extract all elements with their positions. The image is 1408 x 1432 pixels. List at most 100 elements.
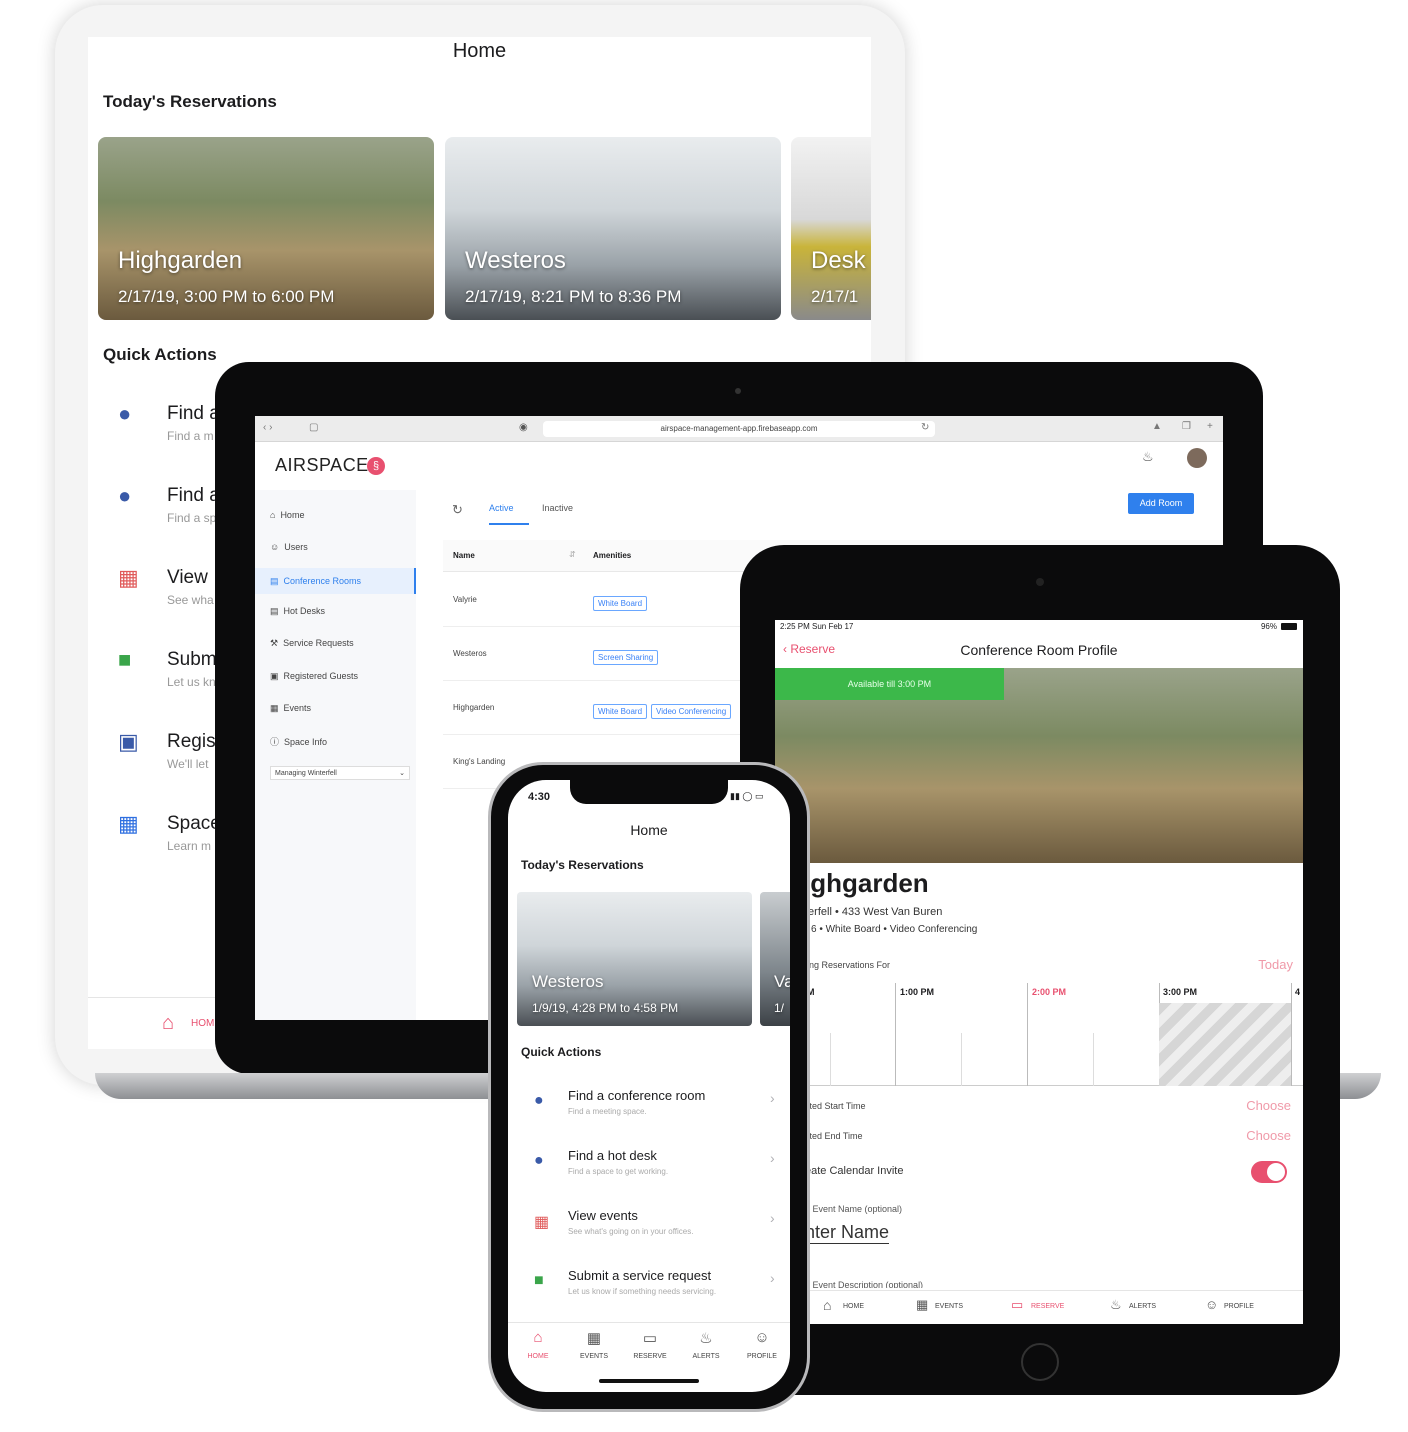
refresh-icon[interactable]: ↻ xyxy=(452,502,463,518)
quick-action-find-desk[interactable]: ● Find a hot desk Find a space to get wo… xyxy=(508,1142,790,1202)
tab-events[interactable]: EVENTS xyxy=(935,1303,963,1310)
tab-home-label[interactable]: HOM xyxy=(191,1018,214,1029)
sidebar-item-registered-guests[interactable]: ▣ Registered Guests xyxy=(270,671,358,682)
sidebar-item-users[interactable]: ☺ Users xyxy=(270,542,308,552)
amenity-tag: Video Conferencing xyxy=(651,704,732,719)
sidebar-item-home[interactable]: ⌂ Home xyxy=(270,510,304,520)
bell-icon[interactable]: ♨ xyxy=(695,1329,717,1347)
back-forward-icon[interactable]: ‹ › xyxy=(263,422,272,433)
chevron-right-icon: › xyxy=(770,1090,775,1106)
end-time-choose[interactable]: Choose xyxy=(1246,1128,1291,1143)
card-time: 1/ xyxy=(774,1001,785,1015)
quick-action-find-room[interactable]: ● Find a conference room Find a meeting … xyxy=(508,1082,790,1142)
reservation-card-westeros[interactable]: Westeros 2/17/19, 8:21 PM to 8:36 PM xyxy=(445,137,781,320)
reservations-heading: Today's Reservations xyxy=(521,858,644,872)
tab-alerts[interactable]: ALERTS xyxy=(690,1353,722,1360)
quick-action-space-info[interactable]: ▦ Space Learn m xyxy=(88,797,228,857)
tab-inactive[interactable]: Inactive xyxy=(542,503,573,513)
sidebar-item-space-info[interactable]: ⓘ Space Info xyxy=(270,735,327,748)
id-card-icon: ▣ xyxy=(118,729,139,754)
home-indicator[interactable] xyxy=(599,1379,699,1383)
status-time: 2:25 PM Sun Feb 17 xyxy=(780,622,854,631)
managing-select[interactable]: Managing Winterfell ⌄ xyxy=(270,766,410,780)
quick-action-find-desk[interactable]: ● Find a Find a sp xyxy=(88,469,228,529)
camera-icon xyxy=(735,388,741,394)
ticket-icon[interactable]: ▭ xyxy=(639,1329,661,1347)
new-tab-icon[interactable]: + xyxy=(1207,421,1213,432)
timeline[interactable]: M 1:00 PM 2:00 PM 3:00 PM 4 xyxy=(775,983,1303,1086)
quick-action-service-request[interactable]: ■ Submit a service request Let us know i… xyxy=(508,1262,790,1322)
tab-reserve[interactable]: RESERVE xyxy=(1031,1303,1064,1310)
tab-home[interactable]: HOME xyxy=(843,1303,864,1310)
home-icon[interactable]: ⌂ xyxy=(527,1329,549,1346)
today-selector[interactable]: Today xyxy=(1258,957,1293,972)
quick-actions-heading: Quick Actions xyxy=(103,345,217,364)
quick-action-view-events[interactable]: ▦ View See wha xyxy=(88,551,228,611)
page-title: Conference Room Profile xyxy=(960,642,1118,658)
tab-events[interactable]: EVENTS xyxy=(578,1353,610,1360)
sort-icon[interactable]: ⇵ xyxy=(569,550,576,559)
sidebar-item-hot-desks[interactable]: ▤ Hot Desks xyxy=(270,606,325,617)
profile-icon[interactable]: ☺ xyxy=(1205,1297,1218,1312)
card-name: Desk xyxy=(811,247,866,274)
bell-icon[interactable]: ♨ xyxy=(1110,1297,1122,1313)
home-icon[interactable]: ⌂ xyxy=(162,1012,174,1035)
tabs-icon[interactable]: ❐ xyxy=(1182,421,1191,432)
bell-icon[interactable]: ♨ xyxy=(1142,449,1154,465)
reload-icon[interactable]: ↻ xyxy=(921,422,929,433)
quick-action-register-guest[interactable]: ▣ Regis We'll let xyxy=(88,715,228,775)
add-room-button[interactable]: Add Room xyxy=(1128,493,1194,514)
quick-action-find-room[interactable]: ● Find a Find a m xyxy=(88,387,228,447)
card-time: 2/17/19, 3:00 PM to 6:00 PM xyxy=(118,287,335,306)
battery-icon xyxy=(1281,623,1297,630)
column-name[interactable]: Name xyxy=(453,551,475,560)
sidebar: ⌂ Home ☺ Users ▤ Conference Rooms ▤ Hot … xyxy=(255,490,416,1020)
share-icon[interactable]: ▲ xyxy=(1152,421,1162,432)
calendar-icon[interactable]: ▦ xyxy=(916,1297,928,1313)
calendar-invite-toggle[interactable] xyxy=(1251,1161,1287,1183)
reservations-heading: Today's Reservations xyxy=(103,92,277,111)
sidebar-item-conference-rooms[interactable]: ▤ Conference Rooms xyxy=(255,568,416,594)
start-time-choose[interactable]: Choose xyxy=(1246,1098,1291,1113)
tab-reserve[interactable]: RESERVE xyxy=(632,1353,668,1360)
avatar[interactable] xyxy=(1187,448,1207,468)
tab-profile[interactable]: PROFILE xyxy=(744,1353,780,1360)
calendar-icon: ▦ xyxy=(118,565,139,590)
address-bar[interactable]: airspace-management-app.firebaseapp.com xyxy=(543,421,935,437)
start-time-label: cted Start Time xyxy=(805,1101,866,1111)
room-name: ighgarden xyxy=(803,868,929,898)
ipad-screen: 2:25 PM Sun Feb 17 96% ‹ Reserve Confere… xyxy=(775,620,1303,1324)
sidebar-item-events[interactable]: ▦ Events xyxy=(270,703,311,714)
sidebar-toggle-icon[interactable]: ▢ xyxy=(309,422,318,433)
ipad-camera-icon xyxy=(1036,578,1044,586)
reservation-card-westeros[interactable]: Westeros 1/9/19, 4:28 PM to 4:58 PM xyxy=(517,892,752,1026)
sidebar-item-service-requests[interactable]: ⚒ Service Requests xyxy=(270,638,354,649)
home-icon[interactable]: ⌂ xyxy=(823,1297,831,1313)
calendar-icon[interactable]: ▦ xyxy=(583,1329,605,1347)
ticket-icon[interactable]: ▭ xyxy=(1011,1297,1023,1313)
reservation-card-next[interactable]: Va 1/ xyxy=(760,892,790,1026)
time-label-now: 2:00 PM xyxy=(1032,987,1067,997)
event-description-label: d Event Description (optional) xyxy=(805,1280,924,1288)
tab-alerts[interactable]: ALERTS xyxy=(1129,1303,1156,1310)
tab-profile[interactable]: PROFILE xyxy=(1224,1303,1254,1310)
tab-home[interactable]: HOME xyxy=(522,1353,554,1360)
profile-icon[interactable]: ☺ xyxy=(751,1329,773,1346)
reservation-card-highgarden[interactable]: Highgarden 2/17/19, 3:00 PM to 6:00 PM xyxy=(98,137,434,320)
amenity-tag: Screen Sharing xyxy=(593,650,659,665)
airspace-logo[interactable]: AIRSPACE xyxy=(275,455,369,476)
chevron-right-icon: › xyxy=(770,1270,775,1286)
privacy-icon[interactable]: ◉ xyxy=(519,422,528,433)
quick-action-view-events[interactable]: ▦ View events See what's going on in you… xyxy=(508,1202,790,1262)
reservation-card-desk[interactable]: Desk 2/17/1 xyxy=(791,137,871,320)
time-label: 1:00 PM xyxy=(900,987,935,997)
home-button[interactable] xyxy=(1021,1343,1059,1381)
tab-bar: ⌂ HOME ▦ EVENTS ▭ RESERVE ♨ ALERTS ☺ PRO… xyxy=(775,1290,1303,1324)
card-time: 2/17/1 xyxy=(811,287,859,306)
event-name-input[interactable]: nter Name xyxy=(805,1222,890,1244)
quick-action-service-request[interactable]: ■ Subm Let us kn xyxy=(88,633,228,693)
tab-active[interactable]: Active xyxy=(489,503,529,525)
room-amenities: 6 • White Board • Video Conferencing xyxy=(811,924,978,935)
person-desk-icon: ● xyxy=(118,483,132,508)
calendar-invite-label: eate Calendar Invite xyxy=(805,1165,904,1177)
